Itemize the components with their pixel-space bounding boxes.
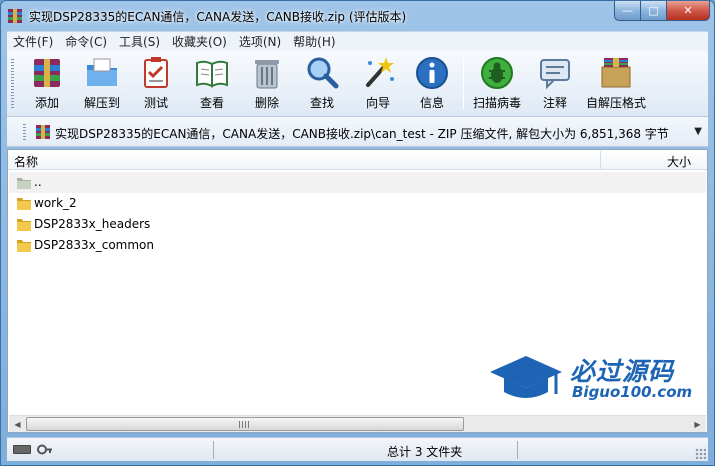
winrar-app-icon xyxy=(8,9,22,23)
find-button[interactable]: 查找 xyxy=(299,55,345,113)
extract-to-button[interactable]: 解压到 xyxy=(75,55,129,113)
test-button[interactable]: 测试 xyxy=(133,55,179,113)
list-item[interactable]: DSP2833x_headers xyxy=(9,214,706,235)
close-button[interactable]: ✕ xyxy=(666,1,710,21)
column-header: 名称 大小 xyxy=(8,150,707,170)
status-bar: 总计 3 文件夹 xyxy=(7,437,708,461)
row-name: DSP2833x_common xyxy=(34,238,154,252)
sfx-button[interactable]: 自解压格式 xyxy=(583,55,649,113)
info-label: 信息 xyxy=(419,96,444,110)
menu-favorites[interactable]: 收藏夹(O) xyxy=(166,33,233,50)
chevron-down-icon[interactable]: ▼ xyxy=(694,126,702,137)
info-button[interactable]: 信息 xyxy=(409,55,455,113)
virus-scan-icon xyxy=(481,57,513,89)
key-icon[interactable] xyxy=(37,443,53,456)
wizard-label: 向导 xyxy=(365,96,390,110)
address-grip xyxy=(23,124,26,142)
scroll-right-icon[interactable]: ▶ xyxy=(689,416,706,432)
extract-to-icon xyxy=(87,58,117,86)
toolbar-separator xyxy=(463,57,464,109)
view-button[interactable]: 查看 xyxy=(189,55,235,113)
menu-help[interactable]: 帮助(H) xyxy=(287,33,341,50)
folder-icon xyxy=(17,219,31,231)
toolbar-grip[interactable] xyxy=(11,59,14,109)
list-item[interactable]: DSP2833x_common xyxy=(9,235,706,256)
thumb-grip xyxy=(239,421,249,428)
status-summary: 总计 3 文件夹 xyxy=(387,445,463,459)
sfx-label: 自解压格式 xyxy=(585,96,646,110)
menu-commands[interactable]: 命令(C) xyxy=(59,33,113,50)
delete-button[interactable]: 删除 xyxy=(245,55,289,113)
sfx-icon xyxy=(601,58,631,88)
column-divider[interactable] xyxy=(600,151,601,169)
menu-bar: 文件(F) 命令(C) 工具(S) 收藏夹(O) 选项(N) 帮助(H) xyxy=(7,31,708,51)
watermark-logo: 必过源码 Biguo100.com xyxy=(486,350,701,410)
status-separator xyxy=(517,441,518,459)
row-name: DSP2833x_headers xyxy=(34,217,151,231)
test-label: 测试 xyxy=(143,96,168,110)
info-icon xyxy=(416,57,448,89)
test-icon xyxy=(144,57,168,88)
scroll-left-icon[interactable]: ◀ xyxy=(9,416,26,432)
view-icon xyxy=(196,60,228,88)
comment-icon xyxy=(540,59,570,90)
extract-to-label: 解压到 xyxy=(83,96,120,110)
find-label: 查找 xyxy=(309,96,334,110)
view-label: 查看 xyxy=(199,96,224,110)
horizontal-scrollbar[interactable]: ◀ ▶ xyxy=(9,415,706,432)
list-item-parent[interactable]: .. xyxy=(9,172,706,193)
add-button[interactable]: 添加 xyxy=(21,55,73,113)
watermark-text-en: Biguo100.com xyxy=(572,383,693,401)
file-list: 名称 大小 .. work_2 DSP2833x_headers DSP2833… xyxy=(7,149,708,433)
window-title: 实现DSP28335的ECAN通信，CANA发送，CANB接收.zip (评估版… xyxy=(29,10,407,24)
find-icon xyxy=(307,57,339,89)
parent-folder-icon xyxy=(17,178,31,189)
folder-icon xyxy=(17,240,31,252)
archive-icon xyxy=(36,125,50,139)
address-bar[interactable]: 实现DSP28335的ECAN通信，CANA发送，CANB接收.zip\can_… xyxy=(7,117,708,147)
comment-button[interactable]: 注释 xyxy=(533,55,577,113)
add-label: 添加 xyxy=(34,96,59,110)
drive-icon[interactable] xyxy=(13,445,31,454)
wizard-icon xyxy=(366,57,394,87)
virus-scan-label: 扫描病毒 xyxy=(472,96,521,110)
folder-icon xyxy=(17,198,31,210)
row-name: work_2 xyxy=(34,196,77,210)
row-name: .. xyxy=(34,175,42,189)
maximize-button[interactable]: □ xyxy=(640,1,666,21)
comment-label: 注释 xyxy=(542,96,567,110)
app-window: 实现DSP28335的ECAN通信，CANA发送，CANB接收.zip (评估版… xyxy=(0,0,715,466)
menu-file[interactable]: 文件(F) xyxy=(7,33,59,50)
caption-buttons: — □ ✕ xyxy=(614,1,710,21)
list-item[interactable]: work_2 xyxy=(9,193,706,214)
wizard-button[interactable]: 向导 xyxy=(355,55,401,113)
status-separator xyxy=(213,441,214,459)
column-name[interactable]: 名称 xyxy=(14,153,38,170)
resize-grip[interactable] xyxy=(695,448,706,459)
minimize-button[interactable]: — xyxy=(614,1,640,21)
scrollbar-thumb[interactable] xyxy=(26,417,464,431)
menu-options[interactable]: 选项(N) xyxy=(233,33,287,50)
column-size[interactable]: 大小 xyxy=(667,153,691,170)
graduation-cap-icon xyxy=(490,356,562,398)
delete-icon xyxy=(255,60,279,89)
virus-scan-button[interactable]: 扫描病毒 xyxy=(469,55,525,113)
title-bar[interactable]: 实现DSP28335的ECAN通信，CANA发送，CANB接收.zip (评估版… xyxy=(1,1,714,31)
add-archive-icon xyxy=(34,59,60,87)
address-path: 实现DSP28335的ECAN通信，CANA发送，CANB接收.zip\can_… xyxy=(55,127,669,141)
delete-label: 删除 xyxy=(254,96,279,110)
menu-tools[interactable]: 工具(S) xyxy=(113,33,166,50)
toolbar: 添加 解压到 测试 查看 删除 查找 向导 信息 扫描病毒 注释 自解压格式 xyxy=(7,51,708,117)
